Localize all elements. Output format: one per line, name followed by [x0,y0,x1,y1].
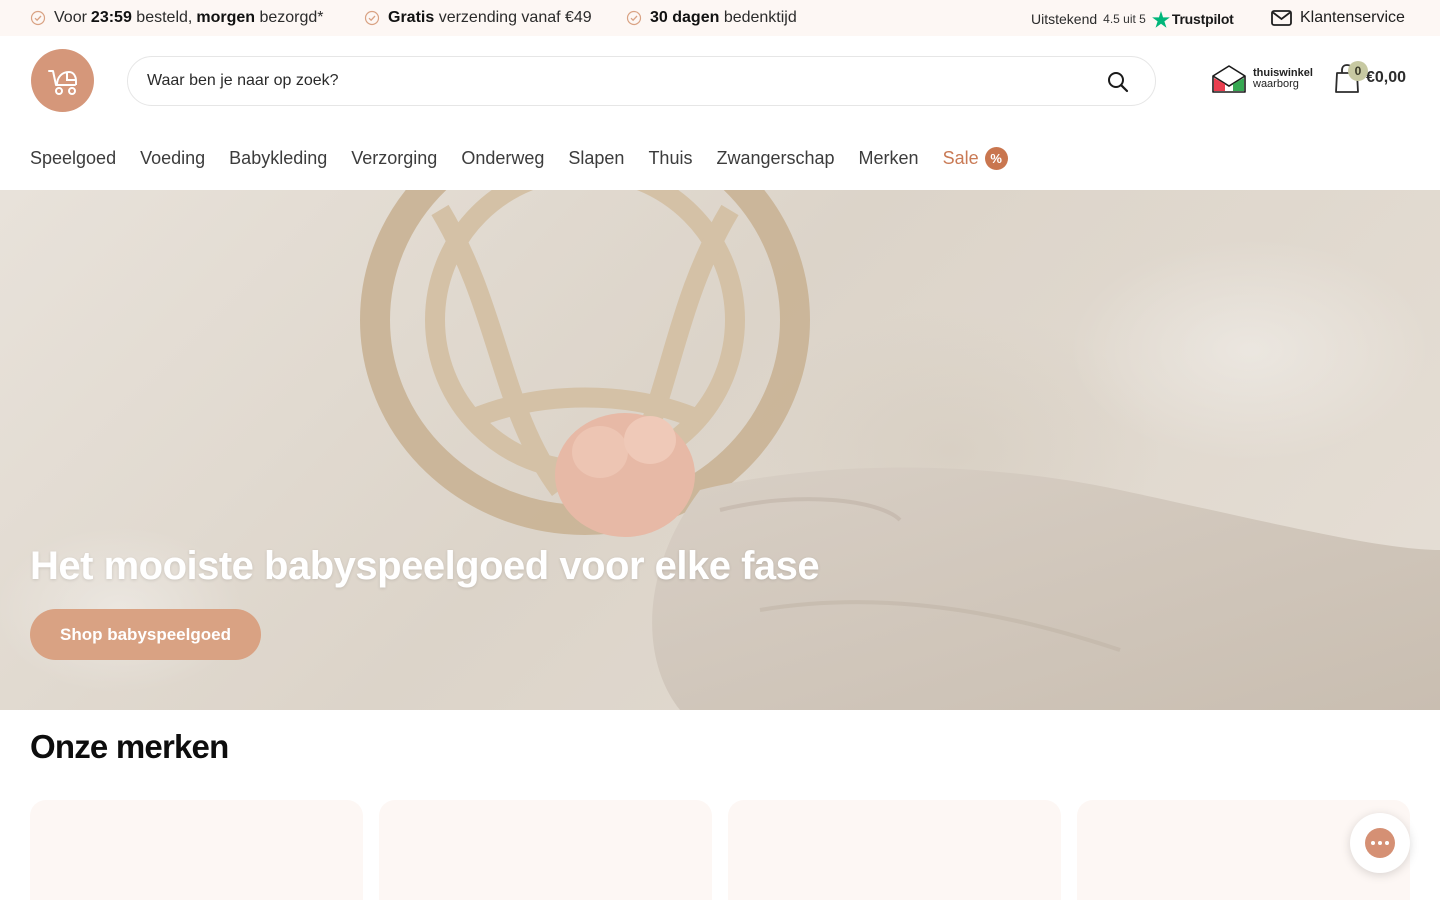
usp-bold: 23:59 [90,9,132,26]
home-logo[interactable] [31,49,94,112]
usp-bold: morgen [196,9,256,26]
nav-item-voeding[interactable]: Voeding [140,148,205,169]
search-bar[interactable] [127,56,1156,106]
usp-text: bedenktijd [723,9,797,26]
trustpilot-rating-label: Uitstekend [1031,11,1098,27]
nav-item-speelgoed[interactable]: Speelgoed [30,148,116,169]
brand-card[interactable] [379,800,712,900]
usp-bold: Gratis [388,9,435,26]
brands-title: Onze merken [30,728,229,765]
sale-percent-badge: % [984,146,1008,170]
hero-title: Het mooiste babyspeelgoed voor elke fase [30,544,820,588]
customer-service-link[interactable]: Klantenservice [1271,0,1405,36]
chat-icon [1365,828,1395,858]
usp-bold: 30 dagen [650,9,720,26]
thuiswinkel-house-icon [1212,65,1246,93]
nav-item-zwangerschap[interactable]: Zwangerschap [716,148,834,169]
search-input[interactable] [147,72,1087,90]
trustpilot-brand: Trustpilot [1171,11,1234,27]
trustpilot-widget[interactable]: Uitstekend 4.5 uit 5 Trustpilot [1031,0,1234,38]
usp-text: Voor [54,9,87,26]
usp-text: bezorgd* [259,9,324,26]
nav-item-onderweg[interactable]: Onderweg [461,148,544,169]
trustpilot-score: 4.5 uit 5 [1103,12,1146,26]
brand-card[interactable] [30,800,363,900]
check-circle-icon [364,10,380,26]
nav-item-verzorging[interactable]: Verzorging [351,148,437,169]
nav-item-babykleding[interactable]: Babykleding [229,148,327,169]
main-nav: Speelgoed Voeding Babykleding Verzorging… [30,143,1032,173]
usp-return: 30 dagen bedenktijd [626,0,801,36]
stroller-icon [47,69,77,95]
usp-text: besteld, [136,9,193,26]
cart-count-badge: 0 [1348,61,1368,81]
hero-banner: Het mooiste babyspeelgoed voor elke fase… [0,190,1440,710]
thuiswinkel-badge[interactable]: thuiswinkel waarborg [1211,64,1313,94]
cart-total: €0,00 [1366,69,1407,86]
usp-bar: Voor 23:59 besteld, morgen bezorgd* Grat… [0,0,1440,36]
cart-button[interactable]: 0 €0,00 [1334,61,1407,94]
usp-text: verzending vanaf €49 [438,9,592,26]
check-circle-icon [626,10,642,26]
search-icon[interactable] [1107,71,1129,93]
brand-card[interactable] [728,800,1061,900]
usp-shipping: Gratis verzending vanaf €49 [364,0,596,36]
shop-babyspeelgoed-button[interactable]: Shop babyspeelgoed [30,609,261,660]
mail-icon [1271,10,1292,26]
thuiswinkel-line2: waarborg [1253,78,1299,90]
nav-item-thuis[interactable]: Thuis [648,148,692,169]
chat-widget-button[interactable] [1350,813,1410,873]
check-circle-icon [30,10,46,26]
sale-label: Sale [942,147,979,168]
nav-item-slapen[interactable]: Slapen [568,148,624,169]
thuiswinkel-text: thuiswinkel waarborg [1253,68,1313,90]
nav-item-sale[interactable]: Sale % [942,146,1008,170]
usp-delivery: Voor 23:59 besteld, morgen bezorgd* [30,0,328,36]
shopping-bag-icon: 0 [1334,61,1368,94]
trustpilot-star-icon [1151,10,1170,28]
nav-item-merken[interactable]: Merken [859,148,919,169]
customer-service-label: Klantenservice [1300,9,1405,26]
